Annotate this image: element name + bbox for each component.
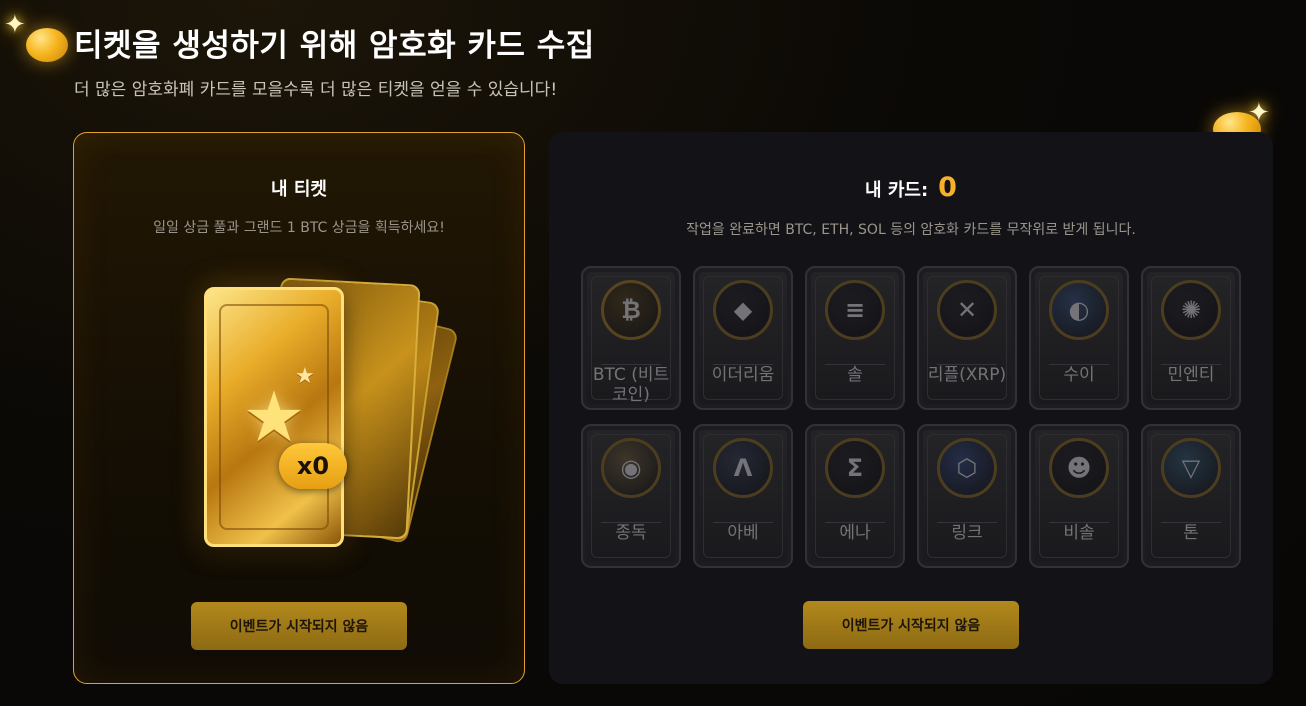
card-label: 에나 <box>839 523 871 543</box>
card-label: 수이 <box>1063 365 1095 385</box>
ticket-stack-illustration: ★ ★ <box>204 273 474 563</box>
cards-event-button[interactable]: 이벤트가 시작되지 않음 <box>803 601 1019 649</box>
page-title: 티켓을 생성하기 위해 암호화 카드 수집 <box>74 28 595 64</box>
crypto-card[interactable]: Λ 아베 <box>693 424 793 568</box>
crypto-card[interactable]: ✕ 리플(XRP) <box>917 266 1017 410</box>
crypto-card[interactable]: ▽ 톤 <box>1141 424 1241 568</box>
my-cards-panel: 내 카드: 0 작업을 완료하면 BTC, ETH, SOL 등의 암호화 카드… <box>549 132 1273 684</box>
cards-title-row: 내 카드: 0 <box>549 172 1273 203</box>
chainlink-icon: ⬡ <box>937 438 997 498</box>
my-tickets-panel: 내 티켓 일일 상금 풀과 그랜드 1 BTC 상금을 획득하세요! ★ ★ x… <box>73 132 525 684</box>
ethena-icon: Σ <box>825 438 885 498</box>
card-label: 민엔티 <box>1167 365 1215 385</box>
ethereum-icon: ◆ <box>713 280 773 340</box>
solana-icon: ≡ <box>825 280 885 340</box>
card-label: 아베 <box>727 523 759 543</box>
card-grid: ₿ BTC (비트코인) ◆ 이더리움 ≡ 솔 ✕ 리플(XRP) ◐ 수이 ✺ 민엔티 ◉ 종독 Λ 아베 Σ… <box>581 266 1241 568</box>
card-label: 이더리움 <box>711 365 775 385</box>
card-label: 링크 <box>951 523 983 543</box>
card-label: BTC (비트코인) <box>592 365 670 405</box>
bitcoin-icon: ₿ <box>601 280 661 340</box>
crypto-card[interactable]: ₿ BTC (비트코인) <box>581 266 681 410</box>
aave-icon: Λ <box>713 438 773 498</box>
cards-description: 작업을 완료하면 BTC, ETH, SOL 등의 암호화 카드를 무작위로 받… <box>686 222 1136 238</box>
ticket-count-badge: x0 <box>279 443 347 489</box>
sui-icon: ◐ <box>1049 280 1109 340</box>
ticket-front: ★ ★ <box>204 287 344 547</box>
crypto-card[interactable]: ◐ 수이 <box>1029 266 1129 410</box>
sparkle-icon: ✦ <box>4 10 26 40</box>
crypto-card[interactable]: ☻ 비솔 <box>1029 424 1129 568</box>
card-label: 톤 <box>1183 523 1199 543</box>
card-label: 종독 <box>615 523 647 543</box>
crypto-card[interactable]: ◆ 이더리움 <box>693 266 793 410</box>
tickets-description: 일일 상금 풀과 그랜드 1 BTC 상금을 획득하세요! <box>153 220 445 236</box>
page-subtitle: 더 많은 암호화폐 카드를 모을수록 더 많은 티켓을 얻을 수 있습니다! <box>74 80 558 100</box>
ton-icon: ▽ <box>1161 438 1221 498</box>
tickets-event-button[interactable]: 이벤트가 시작되지 않음 <box>191 602 407 650</box>
sparkle-icon: ✦ <box>1248 98 1270 128</box>
page-header: 티켓을 생성하기 위해 암호화 카드 수집 더 많은 암호화폐 카드를 모을수록… <box>74 20 595 100</box>
cards-count: 0 <box>938 172 957 203</box>
tickets-title: 내 티켓 <box>271 179 327 200</box>
crypto-card[interactable]: ◉ 종독 <box>581 424 681 568</box>
coin-decoration-left <box>26 28 68 62</box>
crypto-card[interactable]: ⬡ 링크 <box>917 424 1017 568</box>
card-label: 리플(XRP) <box>927 365 1007 385</box>
cards-title: 내 카드: <box>865 180 929 201</box>
mint-icon: ✺ <box>1161 280 1221 340</box>
card-label: 솔 <box>847 365 863 385</box>
bonk-icon: ◉ <box>601 438 661 498</box>
bisol-icon: ☻ <box>1049 438 1109 498</box>
xrp-icon: ✕ <box>937 280 997 340</box>
crypto-card[interactable]: Σ 에나 <box>805 424 905 568</box>
card-label: 비솔 <box>1063 523 1095 543</box>
crypto-card[interactable]: ≡ 솔 <box>805 266 905 410</box>
crypto-card[interactable]: ✺ 민엔티 <box>1141 266 1241 410</box>
